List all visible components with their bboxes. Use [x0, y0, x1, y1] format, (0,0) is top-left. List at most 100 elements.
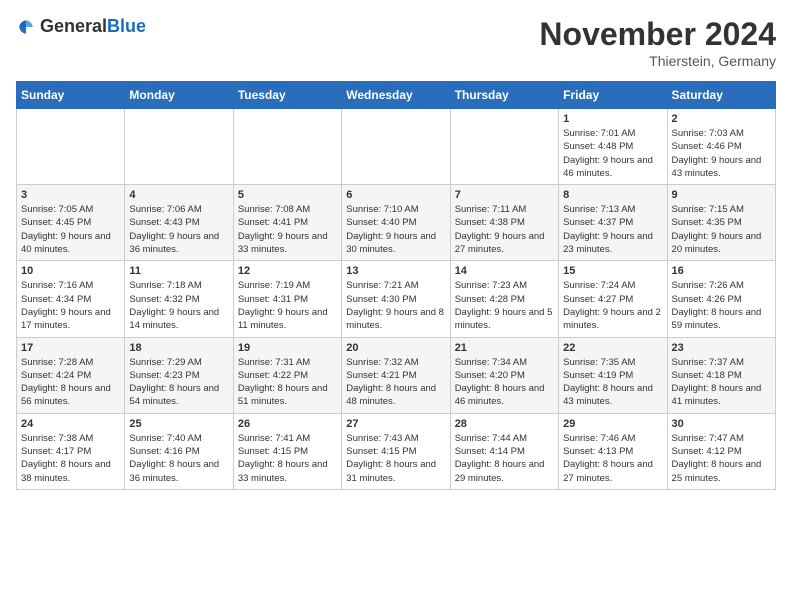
calendar-cell: 30Sunrise: 7:47 AM Sunset: 4:12 PM Dayli…	[667, 413, 775, 489]
calendar-cell: 22 Sunrise: 7:35 AM Sunset: 4:19 PM Dayli…	[559, 337, 667, 413]
day-number: 9	[672, 189, 771, 201]
weekday-header-cell: Thursday	[450, 82, 558, 109]
day-number: 12	[238, 265, 337, 277]
day-number: 7	[455, 189, 554, 201]
day-info: Sunrise: 7:18 AM Sunset: 4:32 PM Dayligh…	[129, 279, 228, 332]
calendar-cell: 20 Sunrise: 7:32 AM Sunset: 4:21 PM Dayli…	[342, 337, 450, 413]
calendar-cell: 3Sunrise: 7:05 AM Sunset: 4:45 PM Daylig…	[17, 185, 125, 261]
title-area: November 2024 Thierstein, Germany	[539, 16, 776, 69]
calendar-cell: 7 Sunrise: 7:11 AM Sunset: 4:38 PM Daylig…	[450, 185, 558, 261]
calendar-week-row: 3Sunrise: 7:05 AM Sunset: 4:45 PM Daylig…	[17, 185, 776, 261]
calendar-cell: 9 Sunrise: 7:15 AM Sunset: 4:35 PM Daylig…	[667, 185, 775, 261]
logo-icon	[16, 17, 36, 37]
calendar-cell: 11 Sunrise: 7:18 AM Sunset: 4:32 PM Dayli…	[125, 261, 233, 337]
day-info: Sunrise: 7:35 AM Sunset: 4:19 PM Dayligh…	[563, 356, 662, 409]
calendar-cell: 28 Sunrise: 7:44 AM Sunset: 4:14 PM Dayli…	[450, 413, 558, 489]
calendar-cell: 16Sunrise: 7:26 AM Sunset: 4:26 PM Dayli…	[667, 261, 775, 337]
weekday-header-row: SundayMondayTuesdayWednesdayThursdayFrid…	[17, 82, 776, 109]
weekday-header-cell: Saturday	[667, 82, 775, 109]
month-title: November 2024	[539, 16, 776, 53]
day-info: Sunrise: 7:37 AM Sunset: 4:18 PM Dayligh…	[672, 356, 771, 409]
day-number: 11	[129, 265, 228, 277]
calendar-cell: 23Sunrise: 7:37 AM Sunset: 4:18 PM Dayli…	[667, 337, 775, 413]
day-number: 10	[21, 265, 120, 277]
calendar-cell	[342, 109, 450, 185]
calendar-cell: 19 Sunrise: 7:31 AM Sunset: 4:22 PM Dayli…	[233, 337, 341, 413]
day-number: 21	[455, 342, 554, 354]
day-number: 8	[563, 189, 662, 201]
day-number: 1	[563, 113, 662, 125]
day-number: 20	[346, 342, 445, 354]
day-info: Sunrise: 7:29 AM Sunset: 4:23 PM Dayligh…	[129, 356, 228, 409]
day-number: 26	[238, 418, 337, 430]
day-info: Sunrise: 7:26 AM Sunset: 4:26 PM Dayligh…	[672, 279, 771, 332]
calendar-cell: 29 Sunrise: 7:46 AM Sunset: 4:13 PM Dayli…	[559, 413, 667, 489]
day-number: 27	[346, 418, 445, 430]
calendar-cell: 2 Sunrise: 7:03 AM Sunset: 4:46 PM Daylig…	[667, 109, 775, 185]
calendar-cell: 15 Sunrise: 7:24 AM Sunset: 4:27 PM Dayli…	[559, 261, 667, 337]
weekday-header-cell: Monday	[125, 82, 233, 109]
calendar-cell: 12 Sunrise: 7:19 AM Sunset: 4:31 PM Dayli…	[233, 261, 341, 337]
day-number: 6	[346, 189, 445, 201]
logo-text-blue: Blue	[107, 16, 146, 36]
calendar-week-row: 24 Sunrise: 7:38 AM Sunset: 4:17 PM Dayli…	[17, 413, 776, 489]
page-header: GeneralBlue November 2024 Thierstein, Ge…	[16, 16, 776, 69]
day-info: Sunrise: 7:01 AM Sunset: 4:48 PM Dayligh…	[563, 127, 662, 180]
day-info: Sunrise: 7:15 AM Sunset: 4:35 PM Dayligh…	[672, 203, 771, 256]
day-info: Sunrise: 7:41 AM Sunset: 4:15 PM Dayligh…	[238, 432, 337, 485]
calendar-cell: 25Sunrise: 7:40 AM Sunset: 4:16 PM Dayli…	[125, 413, 233, 489]
day-number: 4	[129, 189, 228, 201]
day-number: 15	[563, 265, 662, 277]
weekday-header-cell: Friday	[559, 82, 667, 109]
calendar-cell: 27 Sunrise: 7:43 AM Sunset: 4:15 PM Dayli…	[342, 413, 450, 489]
day-info: Sunrise: 7:31 AM Sunset: 4:22 PM Dayligh…	[238, 356, 337, 409]
day-number: 13	[346, 265, 445, 277]
day-number: 18	[129, 342, 228, 354]
day-number: 14	[455, 265, 554, 277]
calendar-cell	[125, 109, 233, 185]
day-number: 5	[238, 189, 337, 201]
day-info: Sunrise: 7:43 AM Sunset: 4:15 PM Dayligh…	[346, 432, 445, 485]
logo: GeneralBlue	[16, 16, 146, 37]
weekday-header-cell: Tuesday	[233, 82, 341, 109]
day-info: Sunrise: 7:16 AM Sunset: 4:34 PM Dayligh…	[21, 279, 120, 332]
calendar-cell: 10 Sunrise: 7:16 AM Sunset: 4:34 PM Dayli…	[17, 261, 125, 337]
day-info: Sunrise: 7:44 AM Sunset: 4:14 PM Dayligh…	[455, 432, 554, 485]
day-number: 24	[21, 418, 120, 430]
day-number: 25	[129, 418, 228, 430]
calendar-week-row: 17 Sunrise: 7:28 AM Sunset: 4:24 PM Dayli…	[17, 337, 776, 413]
day-info: Sunrise: 7:38 AM Sunset: 4:17 PM Dayligh…	[21, 432, 120, 485]
day-number: 28	[455, 418, 554, 430]
day-info: Sunrise: 7:23 AM Sunset: 4:28 PM Dayligh…	[455, 279, 554, 332]
day-number: 30	[672, 418, 771, 430]
calendar-week-row: 1 Sunrise: 7:01 AM Sunset: 4:48 PM Daylig…	[17, 109, 776, 185]
calendar-cell: 24 Sunrise: 7:38 AM Sunset: 4:17 PM Dayli…	[17, 413, 125, 489]
calendar-cell: 18 Sunrise: 7:29 AM Sunset: 4:23 PM Dayli…	[125, 337, 233, 413]
calendar-table: SundayMondayTuesdayWednesdayThursdayFrid…	[16, 81, 776, 490]
calendar-cell: 26 Sunrise: 7:41 AM Sunset: 4:15 PM Dayli…	[233, 413, 341, 489]
day-number: 3	[21, 189, 120, 201]
day-info: Sunrise: 7:24 AM Sunset: 4:27 PM Dayligh…	[563, 279, 662, 332]
location-title: Thierstein, Germany	[539, 53, 776, 69]
day-info: Sunrise: 7:46 AM Sunset: 4:13 PM Dayligh…	[563, 432, 662, 485]
day-info: Sunrise: 7:11 AM Sunset: 4:38 PM Dayligh…	[455, 203, 554, 256]
day-number: 29	[563, 418, 662, 430]
day-info: Sunrise: 7:08 AM Sunset: 4:41 PM Dayligh…	[238, 203, 337, 256]
day-number: 22	[563, 342, 662, 354]
weekday-header-cell: Sunday	[17, 82, 125, 109]
day-info: Sunrise: 7:10 AM Sunset: 4:40 PM Dayligh…	[346, 203, 445, 256]
day-info: Sunrise: 7:28 AM Sunset: 4:24 PM Dayligh…	[21, 356, 120, 409]
day-info: Sunrise: 7:32 AM Sunset: 4:21 PM Dayligh…	[346, 356, 445, 409]
day-info: Sunrise: 7:06 AM Sunset: 4:43 PM Dayligh…	[129, 203, 228, 256]
day-info: Sunrise: 7:13 AM Sunset: 4:37 PM Dayligh…	[563, 203, 662, 256]
calendar-week-row: 10 Sunrise: 7:16 AM Sunset: 4:34 PM Dayli…	[17, 261, 776, 337]
day-number: 2	[672, 113, 771, 125]
day-number: 19	[238, 342, 337, 354]
logo-text-general: General	[40, 16, 107, 36]
day-info: Sunrise: 7:03 AM Sunset: 4:46 PM Dayligh…	[672, 127, 771, 180]
day-number: 17	[21, 342, 120, 354]
calendar-cell: 17 Sunrise: 7:28 AM Sunset: 4:24 PM Dayli…	[17, 337, 125, 413]
calendar-cell	[17, 109, 125, 185]
day-info: Sunrise: 7:19 AM Sunset: 4:31 PM Dayligh…	[238, 279, 337, 332]
calendar-cell	[450, 109, 558, 185]
